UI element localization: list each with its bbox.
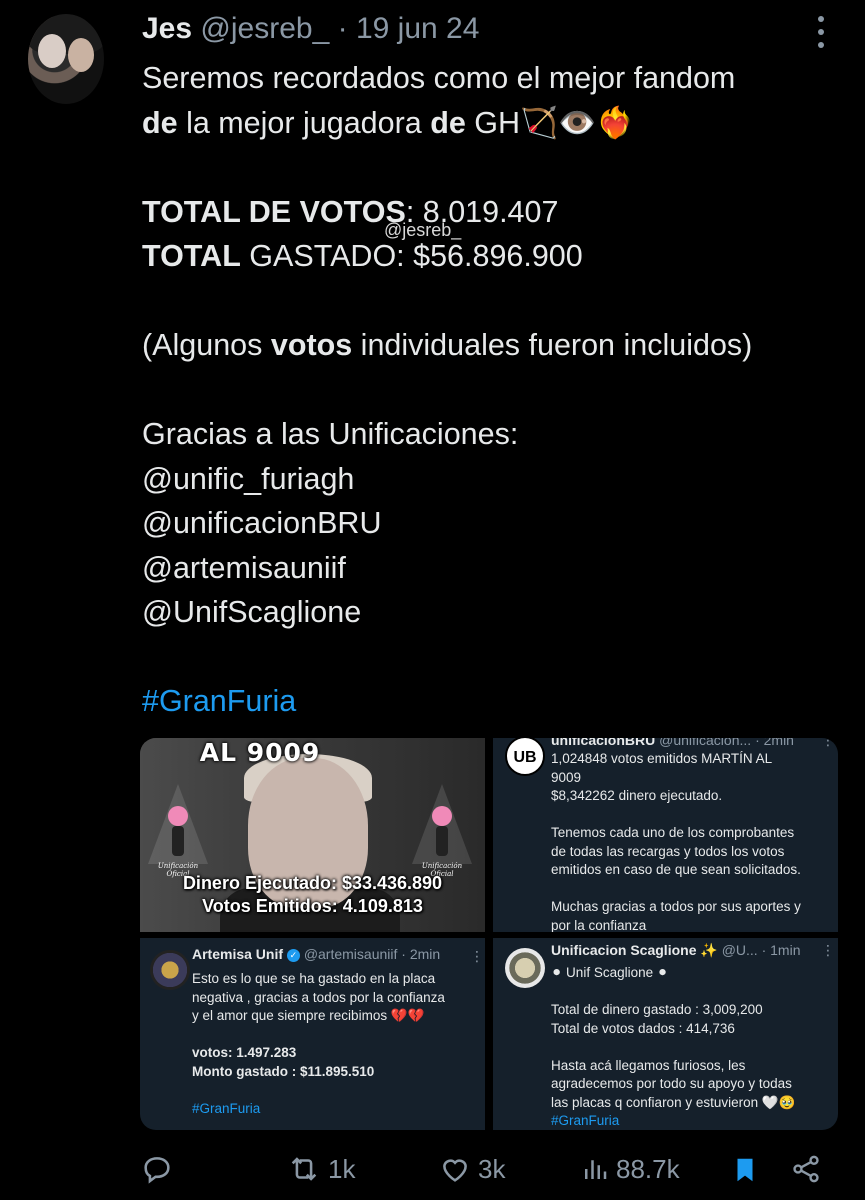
retweet-count: 1k <box>328 1153 356 1184</box>
mention-link[interactable]: @UnifScaglione <box>142 590 842 635</box>
tweet-text: Seremos recordados como el mejor fandom … <box>142 56 842 724</box>
more-options-icon: ⋮ <box>470 948 484 964</box>
tweet-date[interactable]: 19 jun 24 <box>356 12 479 45</box>
views-button[interactable]: 88.7k <box>580 1152 680 1186</box>
share-icon <box>793 1155 819 1183</box>
header-separator: · <box>337 12 348 45</box>
more-options-icon: ⋮ <box>821 942 835 958</box>
like-button[interactable]: 3k <box>438 1152 505 1186</box>
embedded-tweet-text: ⚫ Unif Scaglione ⚫ Total de dinero gasta… <box>551 965 796 1128</box>
reply-icon <box>144 1157 170 1184</box>
like-count: 3k <box>478 1153 506 1184</box>
verified-badge-icon: ✓ <box>286 948 300 962</box>
total-spent-line: TOTAL GASTADO: $56.896.900 <box>142 239 583 273</box>
media-grid[interactable]: Unificación Oficial Unificación Oficial … <box>140 738 838 1130</box>
unification-logo: Unificación Oficial <box>148 784 208 878</box>
hashtag-link[interactable]: #GranFuria <box>142 679 842 724</box>
avatar <box>505 948 545 988</box>
image-headline: AL 9009 <box>199 738 321 767</box>
embedded-tweet-header: Unificacion Scaglione ✨ @U... · 1min <box>551 942 801 958</box>
image-caption-money: Dinero Ejecutado: $33.436.890 <box>182 873 443 893</box>
tweet-actions: 1k 3k 88.7k <box>140 1152 830 1192</box>
share-button[interactable] <box>790 1152 822 1186</box>
bookmark-button[interactable] <box>730 1152 760 1188</box>
embedded-tweet-header: unificacionBRU @unificacion... · 2min <box>551 738 794 748</box>
mention-link[interactable]: @artemisauniif <box>142 546 842 591</box>
author-handle[interactable]: @jesreb_ <box>200 12 329 45</box>
avatar: UB <box>505 738 545 776</box>
media-image-2[interactable]: UB unificacionBRU @unificacion... · 2min… <box>493 738 838 932</box>
embedded-tweet-text: Esto es lo que se ha gastado en la placa… <box>192 971 445 1116</box>
avatar <box>150 950 190 990</box>
media-image-4[interactable]: Unificacion Scaglione ✨ @U... · 1min ⋮ ⚫… <box>493 938 838 1130</box>
retweet-icon <box>291 1157 317 1181</box>
note-line: (Algunos votos individuales fueron inclu… <box>142 328 753 362</box>
author-name[interactable]: Jes <box>142 12 192 45</box>
image-caption-votes: Votos Emitidos: 4.109.813 <box>202 896 423 916</box>
reply-button[interactable] <box>140 1152 174 1186</box>
author-avatar[interactable] <box>28 14 104 104</box>
more-options-icon: ⋮ <box>821 738 835 748</box>
mention-link[interactable]: @unific_furiagh <box>142 457 842 502</box>
thanks-line: Gracias a las Unificaciones: <box>142 417 519 451</box>
watermark: @jesreb_ <box>384 220 462 240</box>
more-options-icon[interactable] <box>816 16 826 48</box>
retweet-button[interactable]: 1k <box>286 1152 355 1186</box>
media-image-3[interactable]: Artemisa Unif ✓ @artemisauniif · 2min ⋮ … <box>140 938 485 1130</box>
total-votes-line: TOTAL DE VOTOS: 8.019.407 <box>142 194 559 229</box>
unification-logo: Unificación Oficial <box>412 784 472 878</box>
mention-link[interactable]: @unificacionBRU <box>142 501 842 546</box>
view-count: 88.7k <box>616 1153 680 1184</box>
tweet-line-2: de la mejor jugadora de GH🏹👁️❤️‍🔥 <box>142 105 634 140</box>
media-image-1[interactable]: Unificación Oficial Unificación Oficial … <box>140 738 485 932</box>
embedded-tweet-header: Artemisa Unif ✓ @artemisauniif · 2min <box>192 946 441 962</box>
tweet-header: Jes @jesreb_ · 19 jun 24 <box>142 12 479 46</box>
heart-icon <box>443 1159 467 1182</box>
views-chart-icon <box>585 1160 607 1179</box>
bookmark-icon <box>737 1158 753 1182</box>
embedded-tweet-text: 1,024848 votos emitidos MARTÍN AL 9009 $… <box>551 751 801 932</box>
tweet-line-1: Seremos recordados como el mejor fandom <box>142 61 736 95</box>
